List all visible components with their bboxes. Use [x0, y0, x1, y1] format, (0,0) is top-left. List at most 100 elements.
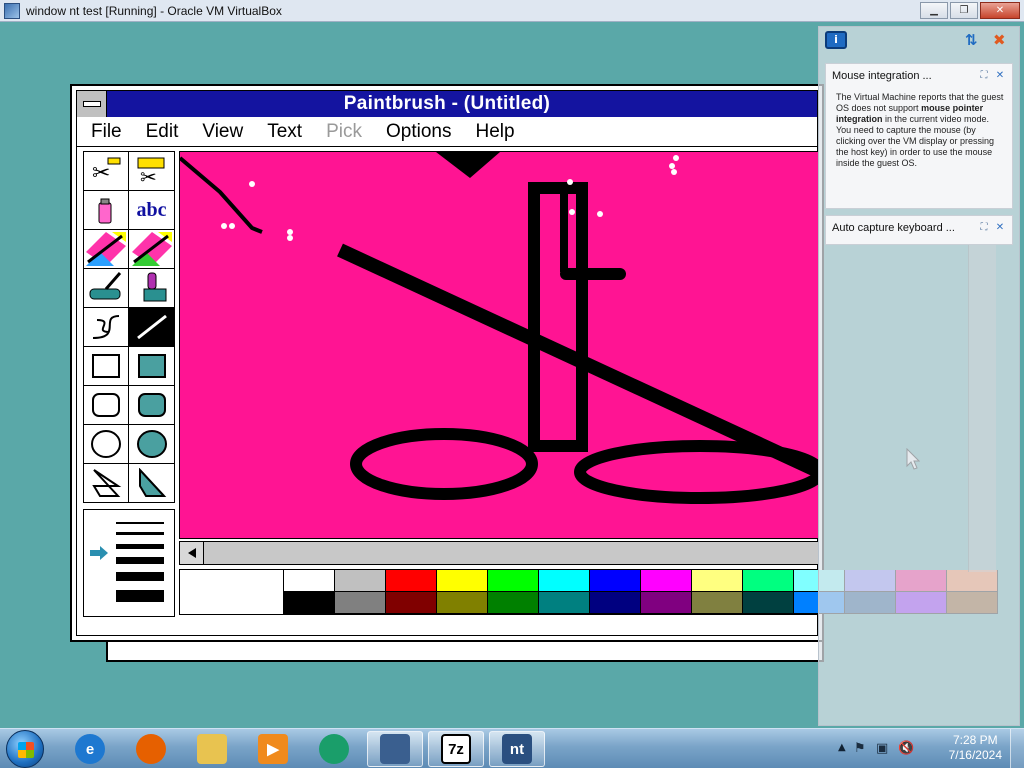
- menu-view[interactable]: View: [202, 121, 243, 143]
- palette-swatch[interactable]: [590, 592, 641, 614]
- rounded-box-icon[interactable]: [84, 386, 129, 425]
- menu-help[interactable]: Help: [475, 121, 514, 143]
- palette-swatch[interactable]: [539, 592, 590, 614]
- window-title: window nt test [Running] - Oracle VM Vir…: [26, 3, 282, 18]
- volume-muted-icon[interactable]: 🔇: [898, 741, 914, 757]
- notification-body: The Virtual Machine reports that the gue…: [836, 92, 1004, 168]
- drawing-canvas[interactable]: [179, 151, 819, 539]
- palette-swatch[interactable]: [335, 592, 386, 614]
- pick-scissors-icon[interactable]: ✂: [129, 152, 174, 191]
- palette-swatch[interactable]: [488, 592, 539, 614]
- scissors-icon[interactable]: ✂: [84, 152, 129, 191]
- host-titlebar: window nt test [Running] - Oracle VM Vir…: [0, 0, 1024, 22]
- close-notification-icon[interactable]: ✕: [994, 70, 1006, 82]
- taskbar-media-player-button[interactable]: ▶: [245, 731, 301, 767]
- line-icon[interactable]: [129, 308, 174, 347]
- notification-clear-all-icon[interactable]: ✖: [993, 31, 1011, 49]
- media-center-icon: [319, 734, 349, 764]
- firefox-icon: [136, 734, 166, 764]
- taskbar-firefox-button[interactable]: [123, 731, 179, 767]
- internet-explorer-icon: e: [75, 734, 105, 764]
- palette-swatch[interactable]: [539, 570, 590, 592]
- filled-polygon-icon[interactable]: [129, 464, 174, 503]
- text-tool-icon[interactable]: abc: [129, 191, 174, 230]
- system-menu-button[interactable]: [77, 91, 107, 117]
- circle-icon[interactable]: [84, 425, 129, 464]
- eraser-icon[interactable]: [129, 230, 174, 269]
- menu-pick[interactable]: Pick: [326, 121, 362, 143]
- airbrush-icon[interactable]: [84, 191, 129, 230]
- taskbar-file-explorer-button[interactable]: [184, 731, 240, 767]
- notification-settings-icon[interactable]: ⇅: [965, 31, 983, 49]
- restore-button[interactable]: ❐: [950, 2, 978, 19]
- show-desktop-button[interactable]: [1010, 729, 1024, 768]
- palette-swatch[interactable]: [437, 592, 488, 614]
- filled-rounded-box-icon[interactable]: [129, 386, 174, 425]
- palette-swatch[interactable]: [641, 592, 692, 614]
- taskbar-7zip-button[interactable]: 7z: [428, 731, 484, 767]
- curve-icon[interactable]: [84, 308, 129, 347]
- current-color-box: [180, 570, 284, 614]
- line-width-2[interactable]: [116, 532, 164, 535]
- file-explorer-icon: [197, 734, 227, 764]
- network-icon[interactable]: ▣: [876, 741, 892, 757]
- palette-swatch[interactable]: [692, 592, 743, 614]
- line-width-4[interactable]: [116, 557, 164, 564]
- line-width-3[interactable]: [116, 544, 164, 549]
- clock-date: 7/16/2024: [948, 748, 1002, 762]
- minimize-button[interactable]: ▁: [920, 2, 948, 19]
- pin-icon[interactable]: ⛶: [978, 70, 990, 82]
- menu-text[interactable]: Text: [267, 121, 302, 143]
- taskbar-internet-explorer-button[interactable]: e: [62, 731, 118, 767]
- palette-swatch[interactable]: [641, 570, 692, 592]
- paintbrush-window: Paintbrush - (Untitled) File Edit View Text…: [70, 84, 998, 642]
- taskbar-media-center-button[interactable]: [306, 731, 362, 767]
- close-notification-icon[interactable]: ✕: [994, 222, 1006, 234]
- palette-swatch[interactable]: [590, 570, 641, 592]
- virtualbox-icon: [380, 734, 410, 764]
- palette-swatch[interactable]: [335, 570, 386, 592]
- palette-swatch[interactable]: [743, 570, 794, 592]
- pin-icon[interactable]: ⛶: [978, 222, 990, 234]
- palette-swatch[interactable]: [284, 570, 335, 592]
- menu-file[interactable]: File: [91, 121, 122, 143]
- taskbar-windows-nt-vm-button[interactable]: nt: [489, 731, 545, 767]
- virtualbox-icon: [4, 2, 20, 19]
- box-icon[interactable]: [84, 347, 129, 386]
- start-button[interactable]: [6, 730, 44, 768]
- line-width-1[interactable]: [116, 522, 164, 524]
- taskbar-virtualbox-button[interactable]: [367, 731, 423, 767]
- polygon-icon[interactable]: [84, 464, 129, 503]
- system-tray: ▲ ⚑ ▣ 🔇 7:28 PM 7/16/2024: [834, 729, 1024, 768]
- paint-roller-icon[interactable]: [84, 269, 129, 308]
- palette-swatch[interactable]: [743, 592, 794, 614]
- flag-icon[interactable]: ⚑: [854, 741, 870, 757]
- palette-swatch[interactable]: [284, 592, 335, 614]
- horizontal-scrollbar[interactable]: [179, 541, 819, 565]
- line-width-box[interactable]: [83, 509, 175, 617]
- filled-circle-icon[interactable]: [129, 425, 174, 464]
- line-width-pointer-icon: [90, 546, 108, 560]
- clock[interactable]: 7:28 PM 7/16/2024: [949, 733, 1002, 763]
- palette-swatch[interactable]: [386, 592, 437, 614]
- notification-info-icon[interactable]: i: [825, 31, 847, 49]
- windows-nt-vm-icon: nt: [502, 734, 532, 764]
- vm-display[interactable]: Paintbrush - (Untitled) File Edit View Text…: [0, 22, 1024, 728]
- filled-box-icon[interactable]: [129, 347, 174, 386]
- notification-title: Auto capture keyboard ...: [832, 222, 955, 234]
- canvas-drawing: [180, 152, 818, 504]
- line-width-5[interactable]: [116, 572, 164, 581]
- color-eraser-icon[interactable]: [84, 230, 129, 269]
- menu-options[interactable]: Options: [386, 121, 451, 143]
- brush-icon[interactable]: [129, 269, 174, 308]
- line-width-6[interactable]: [116, 590, 164, 602]
- palette-swatch[interactable]: [692, 570, 743, 592]
- toolbox: ✂ ✂ abc: [83, 151, 175, 503]
- tray-expand-icon[interactable]: ▲: [838, 742, 846, 753]
- scroll-left-button[interactable]: [180, 542, 204, 564]
- palette-swatch[interactable]: [386, 570, 437, 592]
- palette-swatch[interactable]: [488, 570, 539, 592]
- palette-swatch[interactable]: [437, 570, 488, 592]
- close-button[interactable]: ✕: [980, 2, 1020, 19]
- menu-edit[interactable]: Edit: [146, 121, 179, 143]
